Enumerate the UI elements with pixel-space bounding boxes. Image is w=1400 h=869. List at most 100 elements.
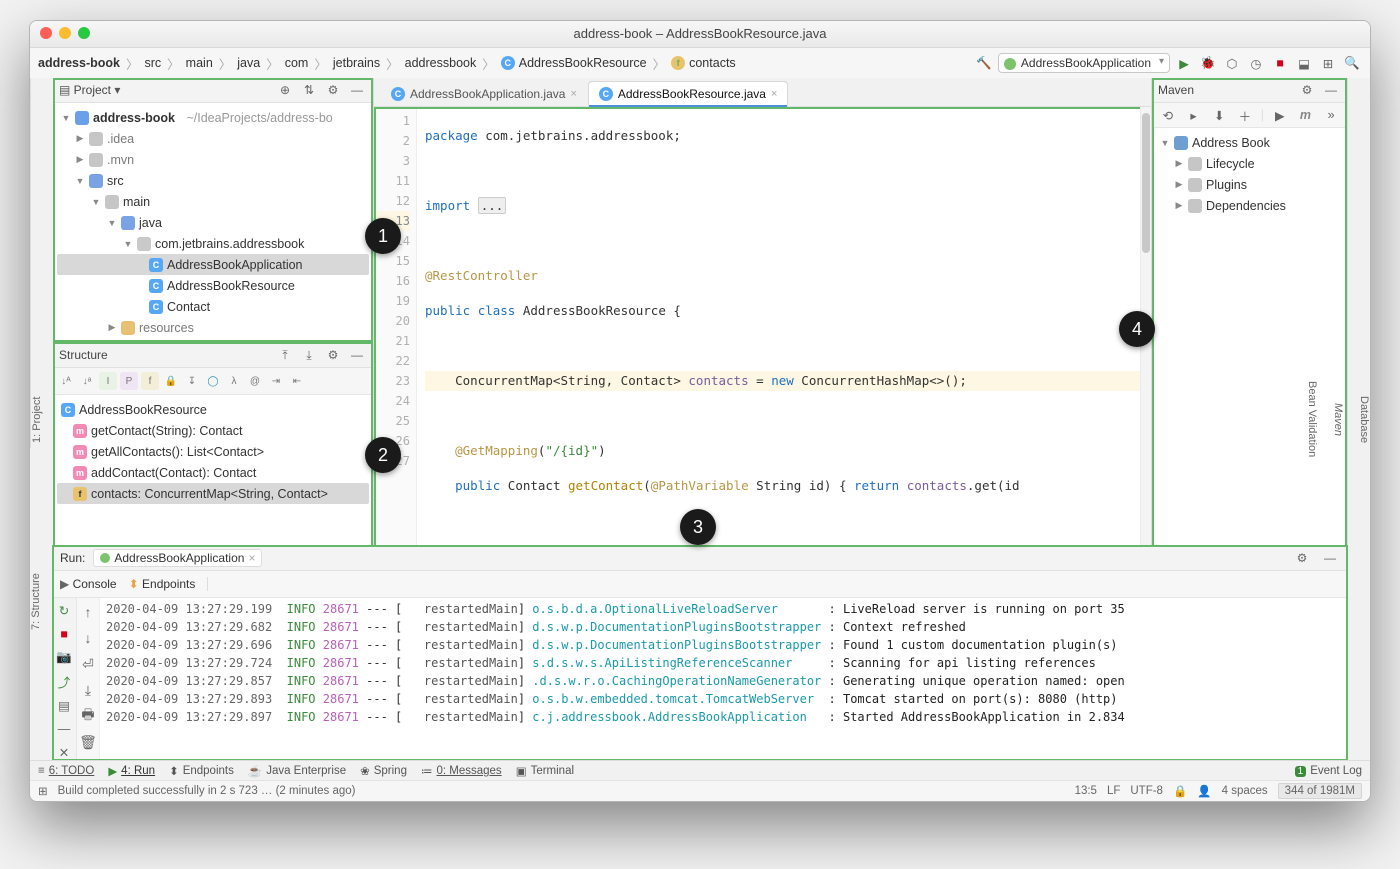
editor-tab[interactable]: CAddressBookApplication.java× [380,81,588,106]
left-tool-strip-lower: 7: Structure 2: Favorites Web [30,448,52,761]
run-title: Run: [60,551,85,565]
toolwindow-tab-structure[interactable]: 7: Structure [30,573,42,630]
memory-indicator[interactable]: 344 of 1981M [1278,783,1362,799]
generate-sources-button[interactable]: ▸ [1184,105,1204,125]
close-window-button[interactable] [40,27,52,39]
expand-all-button[interactable]: ⇅ [299,80,319,100]
vcs-commit-button[interactable]: ⊞ [1318,53,1338,73]
anon-button[interactable]: @ [246,372,264,390]
locate-file-button[interactable]: ⊕ [275,80,295,100]
breadcrumb[interactable]: addressbook [405,56,477,70]
minimize-window-button[interactable] [59,27,71,39]
breadcrumb[interactable]: com [285,56,309,70]
maximize-window-button[interactable] [78,27,90,39]
structure-tree[interactable]: CAddressBookResource mgetContact(String)… [53,395,373,508]
indent-status[interactable]: 4 spaces [1222,785,1268,797]
hide-panel-button[interactable]: — [1320,548,1340,568]
breadcrumb[interactable]: address-book [38,56,120,70]
breadcrumb[interactable]: src [144,56,161,70]
project-tree[interactable]: ▼address-book ~/IdeaProjects/address-bo … [53,103,373,342]
breadcrumb[interactable]: main [186,56,213,70]
autoscroll-button[interactable]: ↧ [183,372,201,390]
down-button[interactable]: ↓ [78,628,98,648]
stop-button[interactable]: ■ [54,625,74,642]
coverage-button[interactable]: ⬡ [1222,53,1242,73]
print-button[interactable]: 🖶 [78,706,98,726]
scroll-end-button[interactable]: ⤓ [78,680,98,700]
add-maven-button[interactable]: ＋ [1235,105,1255,125]
callout-1: 1 [365,218,401,254]
sort-visibility-button[interactable]: ↓ᵃ [78,372,96,390]
stop-button[interactable]: ■ [1270,53,1290,73]
breadcrumb[interactable]: CAddressBookResource [501,56,647,70]
show-fields-button[interactable]: f [141,372,159,390]
run-maven-button[interactable]: ▶ [1270,105,1290,125]
run-button[interactable]: ▶ [1174,53,1194,73]
expand-button[interactable]: ⤓ [299,345,319,365]
vcs-update-button[interactable]: ⬓ [1294,53,1314,73]
maven-title: Maven [1158,83,1194,97]
show-properties-button[interactable]: P [120,372,138,390]
event-log-tab[interactable]: 1 Event Log [1295,765,1362,777]
javaee-tab[interactable]: ☕ Java Enterprise [248,764,346,778]
breadcrumb[interactable]: java [237,56,260,70]
pin-button[interactable]: — [54,720,74,737]
breadcrumb[interactable]: fcontacts [671,56,736,70]
file-encoding[interactable]: UTF-8 [1130,785,1163,797]
hide-panel-button[interactable]: — [347,345,367,365]
window-title: address-book – AddressBookResource.java [574,26,827,41]
inspector-icon[interactable]: 👤 [1197,784,1211,798]
show-inherited-button[interactable]: I [99,372,117,390]
editor-tabs: CAddressBookApplication.java× CAddressBo… [374,78,1151,107]
rerun-button[interactable]: ↻ [54,602,74,619]
todo-tab[interactable]: ≡ 6: TODO [38,765,94,777]
console-tab[interactable]: ▶ Console [60,577,117,591]
search-everywhere-button[interactable]: 🔍 [1342,53,1362,73]
endpoints-tab[interactable]: ⬍ Endpoints [129,577,196,591]
soft-wrap-button[interactable]: ⏎ [78,654,98,674]
close-tab-icon[interactable]: × [570,88,576,100]
toolwindow-toggle[interactable]: ⊞ [38,784,48,798]
caret-position[interactable]: 13:5 [1075,785,1097,797]
download-sources-button[interactable]: ⬇ [1209,105,1229,125]
collapse-button[interactable]: ⤒ [275,345,295,365]
filter-button[interactable]: ◯ [204,372,222,390]
run-config-selector[interactable]: AddressBookApplication [998,53,1170,73]
console-output[interactable]: 2020-04-09 13:27:29.199 INFO 28671 --- [… [100,598,1348,761]
project-view-selector[interactable]: ▤ Project ▾ [59,83,120,97]
settings-icon[interactable]: ⚙ [1292,548,1312,568]
clear-button[interactable]: 🗑 [78,732,98,752]
callout-4: 4 [1119,311,1155,347]
lambda-button[interactable]: λ [225,372,243,390]
toolwindow-tab-database[interactable]: Database [1358,86,1370,753]
spring-tab[interactable]: ❀ Spring [360,764,407,778]
scroll-from-button[interactable]: ⇥ [267,372,285,390]
close-tab-icon[interactable]: × [771,88,777,100]
build-button[interactable]: 🔨 [974,53,994,73]
layout-button[interactable]: ▤ [54,697,74,714]
messages-tab[interactable]: ≔ 0: Messages [421,764,502,778]
close-button[interactable]: ✕ [54,744,74,761]
settings-icon[interactable]: ⚙ [323,80,343,100]
line-separator[interactable]: LF [1107,785,1120,797]
profile-button[interactable]: ◷ [1246,53,1266,73]
scroll-to-button[interactable]: ⇤ [288,372,306,390]
run-tool-window: Run: AddressBookApplication × ⚙ — ▶ Cons… [52,545,1348,761]
project-tool-window: ▤ Project ▾ ⊕ ⇅ ⚙ — ▼address-book ~/Idea… [53,78,373,342]
hide-panel-button[interactable]: — [347,80,367,100]
reimport-button[interactable]: ⟲ [1158,105,1178,125]
endpoints-tab[interactable]: ⬍ Endpoints [169,764,234,778]
breadcrumb[interactable]: jetbrains [333,56,380,70]
editor-tab[interactable]: CAddressBookResource.java× [588,81,789,106]
dump-button[interactable]: 📷 [54,649,74,666]
settings-icon[interactable]: ⚙ [323,345,343,365]
lock-icon[interactable]: 🔒 [1173,784,1187,798]
exit-button[interactable]: ⤴ [54,672,74,691]
terminal-tab[interactable]: ▣ Terminal [516,764,574,778]
run-config-tab[interactable]: AddressBookApplication × [93,549,262,567]
show-nonpublic-button[interactable]: 🔒 [162,372,180,390]
up-button[interactable]: ↑ [78,602,98,622]
run-tab[interactable]: ▶ 4: Run [108,764,155,778]
debug-button[interactable]: 🐞 [1198,53,1218,73]
sort-az-button[interactable]: ↓ᴬ [57,372,75,390]
